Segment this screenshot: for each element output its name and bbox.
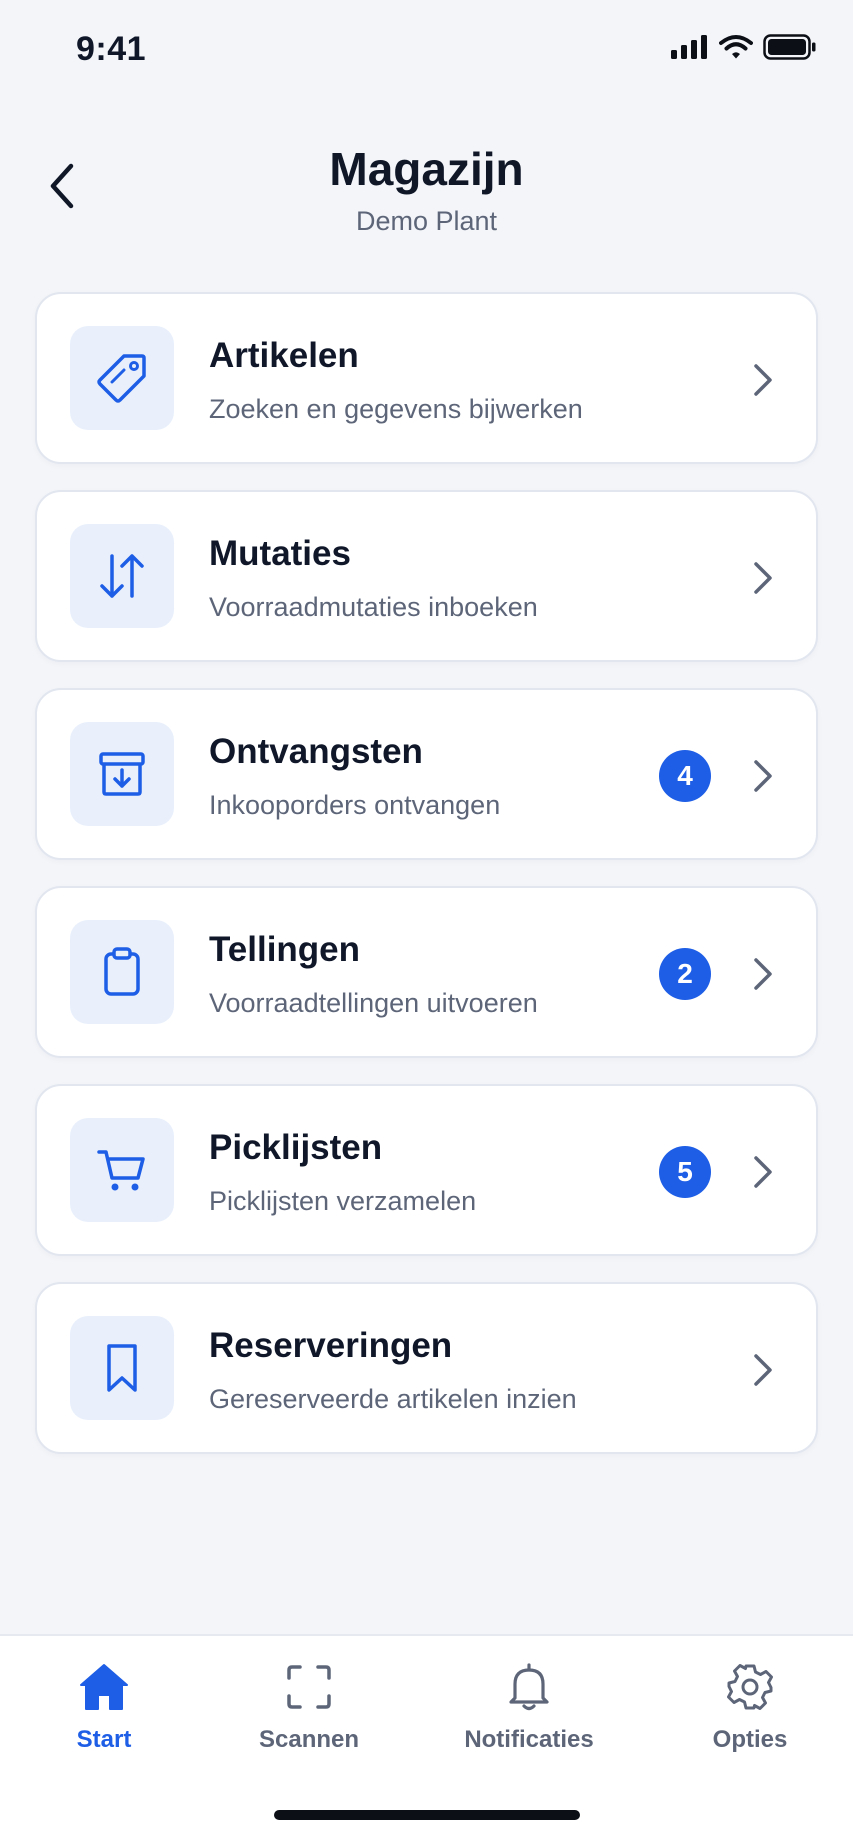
card-subtitle: Inkooporders ontvangen bbox=[209, 790, 501, 820]
nav-item-start[interactable]: Start bbox=[24, 1658, 184, 1758]
clipboard-icon bbox=[104, 947, 140, 996]
card-title: Tellingen bbox=[209, 930, 361, 969]
chevron-right-icon bbox=[750, 358, 776, 402]
nav-item-scannen[interactable]: Scannen bbox=[229, 1658, 389, 1758]
menu-item-reserveringen[interactable]: Reserveringen Gereserveerde artikelen in… bbox=[35, 1282, 818, 1454]
menu-list: Artikelen Zoeken en gegevens bijwerken M… bbox=[35, 292, 818, 1480]
card-title: Picklijsten bbox=[209, 1128, 383, 1167]
battery-icon bbox=[763, 34, 816, 60]
chevron-right-icon bbox=[750, 556, 776, 600]
cart-icon bbox=[97, 1150, 145, 1191]
icon-tile bbox=[70, 1118, 174, 1222]
menu-item-tellingen[interactable]: Tellingen Voorraadtellingen uitvoeren 2 bbox=[35, 886, 818, 1058]
menu-item-artikelen[interactable]: Artikelen Zoeken en gegevens bijwerken bbox=[35, 292, 818, 464]
card-subtitle: Voorraadtellingen uitvoeren bbox=[209, 988, 538, 1018]
count-badge: 4 bbox=[659, 750, 711, 802]
card-title: Reserveringen bbox=[209, 1326, 453, 1365]
page-subtitle: Demo Plant bbox=[355, 206, 498, 236]
count-badge: 5 bbox=[659, 1146, 711, 1198]
card-subtitle: Zoeken en gegevens bijwerken bbox=[209, 394, 583, 424]
gear-icon bbox=[725, 1658, 775, 1716]
bell-icon bbox=[507, 1658, 551, 1716]
status-icons bbox=[671, 34, 817, 60]
menu-item-ontvangsten[interactable]: Ontvangsten Inkooporders ontvangen 4 bbox=[35, 688, 818, 860]
home-icon bbox=[78, 1658, 130, 1716]
icon-tile bbox=[70, 722, 174, 826]
chevron-right-icon bbox=[750, 1348, 776, 1392]
status-time: 9:41 bbox=[76, 30, 147, 68]
cellular-signal-icon bbox=[671, 35, 707, 59]
nav-label: Opties bbox=[712, 1726, 788, 1753]
card-subtitle: Picklijsten verzamelen bbox=[209, 1186, 477, 1216]
bottom-nav: Start Scannen Notificaties Opties bbox=[0, 1634, 853, 1844]
status-bar: 9:41 bbox=[0, 0, 853, 100]
count-badge: 2 bbox=[659, 948, 711, 1000]
icon-tile bbox=[70, 1316, 174, 1420]
icon-tile bbox=[70, 920, 174, 1024]
card-title: Ontvangsten bbox=[209, 732, 423, 771]
card-title: Artikelen bbox=[209, 336, 359, 375]
archive-download-icon bbox=[99, 752, 145, 796]
nav-item-opties[interactable]: Opties bbox=[670, 1658, 830, 1758]
card-title: Mutaties bbox=[209, 534, 351, 573]
card-subtitle: Voorraadmutaties inboeken bbox=[209, 592, 538, 622]
chevron-right-icon bbox=[750, 1150, 776, 1194]
nav-item-notificaties[interactable]: Notificaties bbox=[449, 1658, 609, 1758]
bookmark-icon bbox=[107, 1344, 137, 1392]
home-indicator bbox=[274, 1810, 580, 1820]
icon-tile bbox=[70, 326, 174, 430]
tag-icon bbox=[97, 354, 146, 403]
nav-label: Notificaties bbox=[464, 1726, 594, 1753]
nav-label: Start bbox=[76, 1726, 132, 1753]
wifi-icon bbox=[719, 35, 753, 59]
chevron-right-icon bbox=[750, 952, 776, 996]
nav-label: Scannen bbox=[258, 1726, 360, 1753]
scan-icon bbox=[286, 1658, 332, 1716]
card-subtitle: Gereserveerde artikelen inzien bbox=[209, 1384, 577, 1414]
arrows-up-down-icon bbox=[100, 554, 144, 598]
header: Magazijn Demo Plant bbox=[0, 130, 853, 250]
page-title: Magazijn bbox=[329, 143, 524, 195]
menu-item-mutaties[interactable]: Mutaties Voorraadmutaties inboeken bbox=[35, 490, 818, 662]
menu-item-picklijsten[interactable]: Picklijsten Picklijsten verzamelen 5 bbox=[35, 1084, 818, 1256]
chevron-right-icon bbox=[750, 754, 776, 798]
icon-tile bbox=[70, 524, 174, 628]
